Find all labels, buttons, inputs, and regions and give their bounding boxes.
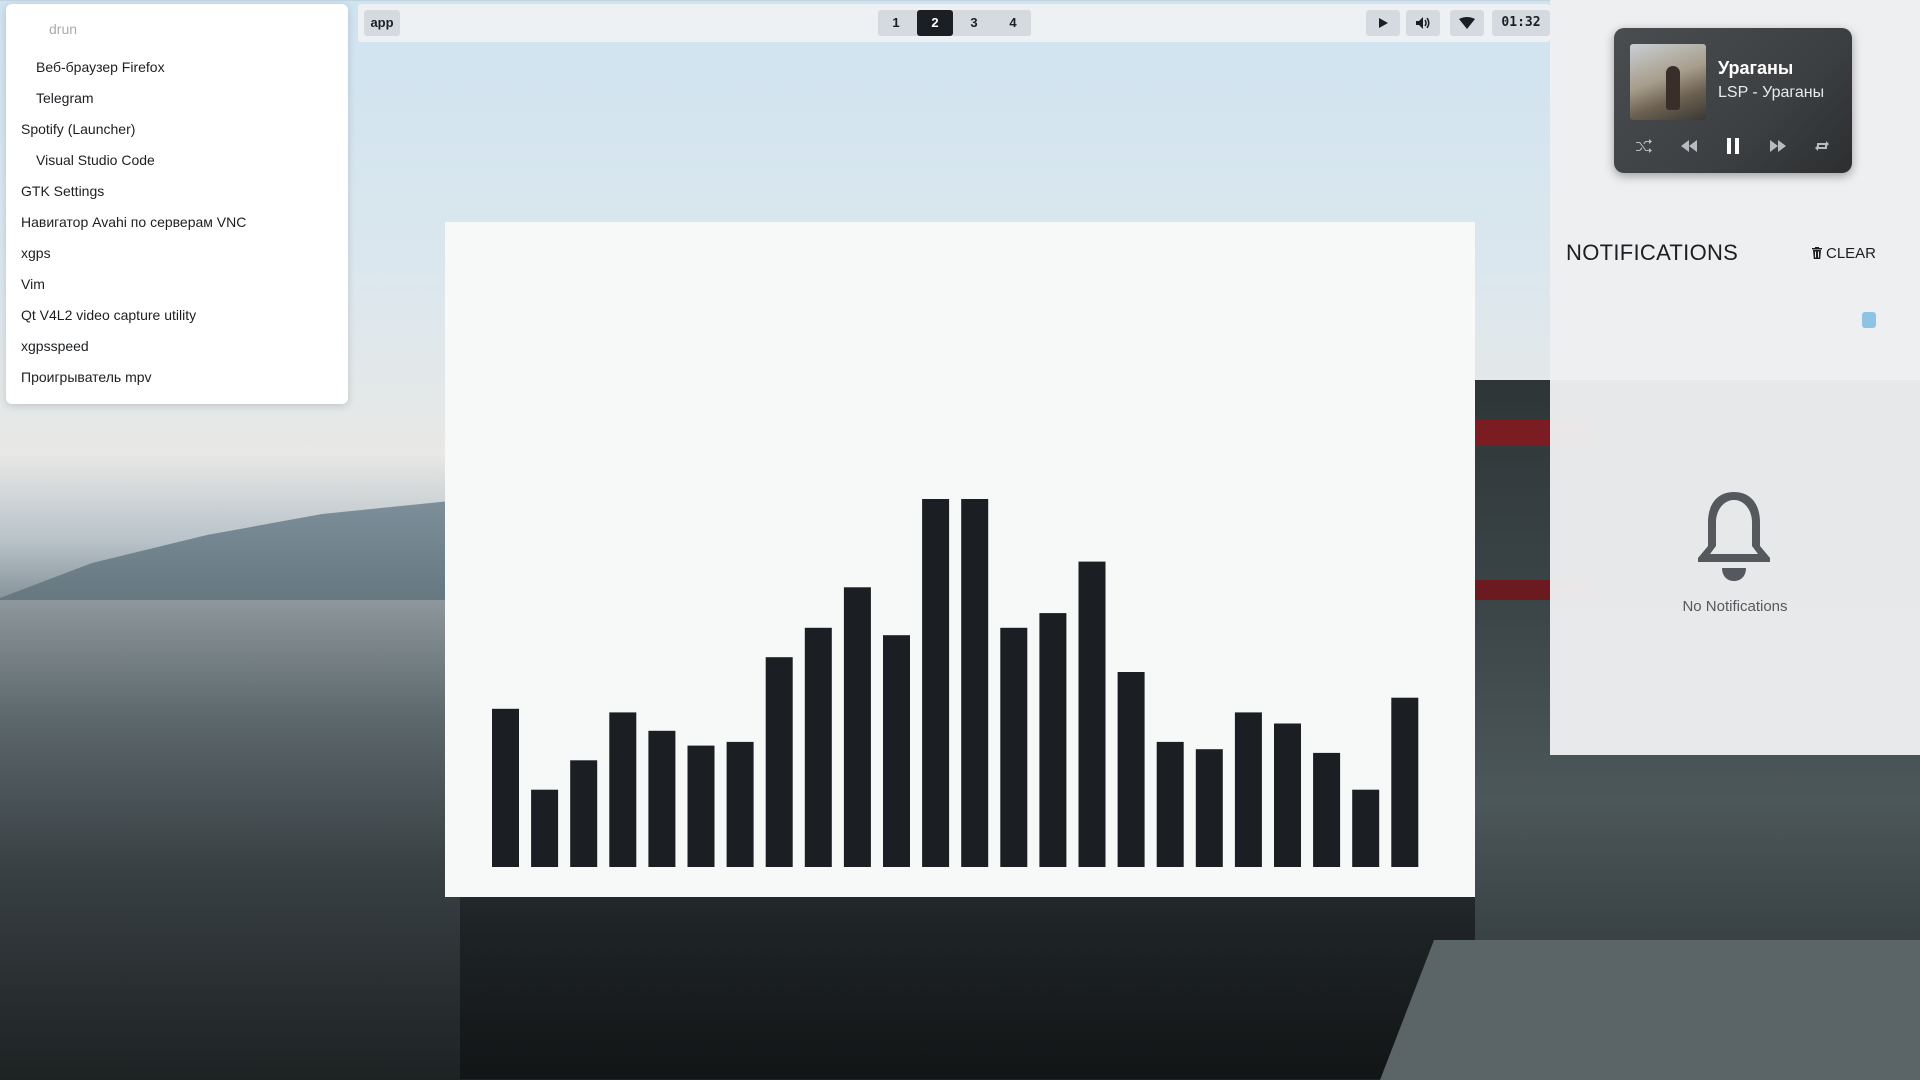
workspace-switcher: 1 2 3 4	[878, 10, 1031, 36]
visualizer-bar	[1391, 697, 1419, 867]
visualizer-bar	[1274, 723, 1301, 867]
launcher-item[interactable]: Навигатор Avahi по серверам VNC	[6, 207, 348, 238]
track-title: Ураганы	[1718, 58, 1794, 78]
wallpaper-mountain	[0, 500, 460, 640]
audio-visualizer	[445, 222, 1475, 897]
top-bar: app 1 2 3 4 01:32	[358, 4, 1550, 42]
visualizer-bar	[922, 499, 950, 867]
launcher-item[interactable]: Vim	[6, 269, 348, 300]
notifications-scroll-indicator[interactable]	[1862, 312, 1876, 328]
previous-icon[interactable]	[1673, 130, 1705, 162]
visualizer-bar	[1352, 789, 1380, 867]
launcher-item[interactable]: xgps	[6, 238, 348, 269]
clear-label: CLEAR	[1826, 244, 1877, 262]
launcher-item[interactable]: Веб-браузер Firefox	[6, 52, 348, 83]
launcher-item[interactable]: Visual Studio Code	[6, 145, 348, 176]
visualizer-bar	[843, 587, 871, 867]
workspace-3-button[interactable]: 3	[956, 10, 992, 36]
visualizer-bar	[531, 789, 559, 867]
pause-icon[interactable]	[1717, 130, 1749, 162]
wallpaper-city	[0, 600, 460, 1080]
app-button[interactable]: app	[364, 10, 400, 36]
track-artist: LSP - Ураганы	[1718, 84, 1825, 101]
media-player: Ураганы LSP - Ураганы	[1614, 28, 1852, 173]
clear-notifications-button[interactable]: CLEAR	[1812, 242, 1876, 264]
launcher-item[interactable]: Проигрыватель mpv	[6, 362, 348, 393]
launcher-search-input[interactable]: drun	[22, 16, 332, 42]
visualizer-bar	[1195, 749, 1223, 867]
album-art	[1630, 44, 1706, 120]
visualizer-bar	[765, 657, 793, 867]
workspace-4-button[interactable]: 4	[995, 10, 1031, 36]
visualizer-bars	[492, 499, 1419, 867]
visualizer-bar	[570, 760, 598, 867]
visualizer-bar	[648, 730, 676, 867]
next-icon[interactable]	[1762, 130, 1794, 162]
launcher-item[interactable]: Telegram	[6, 83, 348, 114]
workspace-2-button[interactable]: 2	[917, 10, 953, 36]
notifications-title: NOTIFICATIONS	[1566, 240, 1739, 265]
side-panel: Ураганы LSP - Ураганы NOTIFICATIONS CLEA…	[1550, 0, 1920, 755]
visualizer-bar	[883, 635, 910, 867]
visualizer-bar	[492, 708, 519, 867]
repeat-icon[interactable]	[1806, 130, 1838, 162]
trash-icon	[1812, 247, 1822, 259]
visualizer-bar	[961, 499, 989, 867]
clock[interactable]: 01:32	[1492, 10, 1550, 36]
visualizer-bar	[1078, 561, 1106, 867]
launcher-item[interactable]: Qt V4L2 video capture utility	[6, 300, 348, 331]
visualizer-bar	[1313, 752, 1341, 867]
workspace-1-button[interactable]: 1	[878, 10, 914, 36]
visualizer-bar	[609, 712, 637, 867]
play-icon[interactable]	[1366, 10, 1400, 36]
visualizer-bar	[726, 741, 754, 867]
visualizer-bar	[1234, 712, 1262, 867]
visualizer-bar	[1117, 672, 1145, 867]
app-launcher: drun Веб-браузер Firefox Telegram Spotify …	[6, 4, 348, 404]
wallpaper-roof-grey	[1380, 940, 1920, 1080]
visualizer-bar	[1039, 613, 1067, 867]
launcher-list: Веб-браузер Firefox Telegram Spotify (Laun…	[6, 52, 348, 393]
volume-icon[interactable]	[1406, 10, 1440, 36]
visualizer-bar	[687, 745, 715, 867]
bell-icon	[1696, 490, 1772, 587]
visualizer-bar	[804, 627, 832, 867]
visualizer-bar	[1000, 627, 1028, 867]
launcher-item[interactable]: GTK Settings	[6, 176, 348, 207]
launcher-item[interactable]: Spotify (Launcher)	[6, 114, 348, 145]
no-notifications-label: No Notifications	[1682, 598, 1788, 615]
wifi-icon[interactable]	[1450, 10, 1484, 36]
shuffle-icon[interactable]	[1628, 130, 1660, 162]
visualizer-bar	[1156, 741, 1184, 867]
media-controls	[1628, 130, 1838, 162]
launcher-item[interactable]: xgpsspeed	[6, 331, 348, 362]
